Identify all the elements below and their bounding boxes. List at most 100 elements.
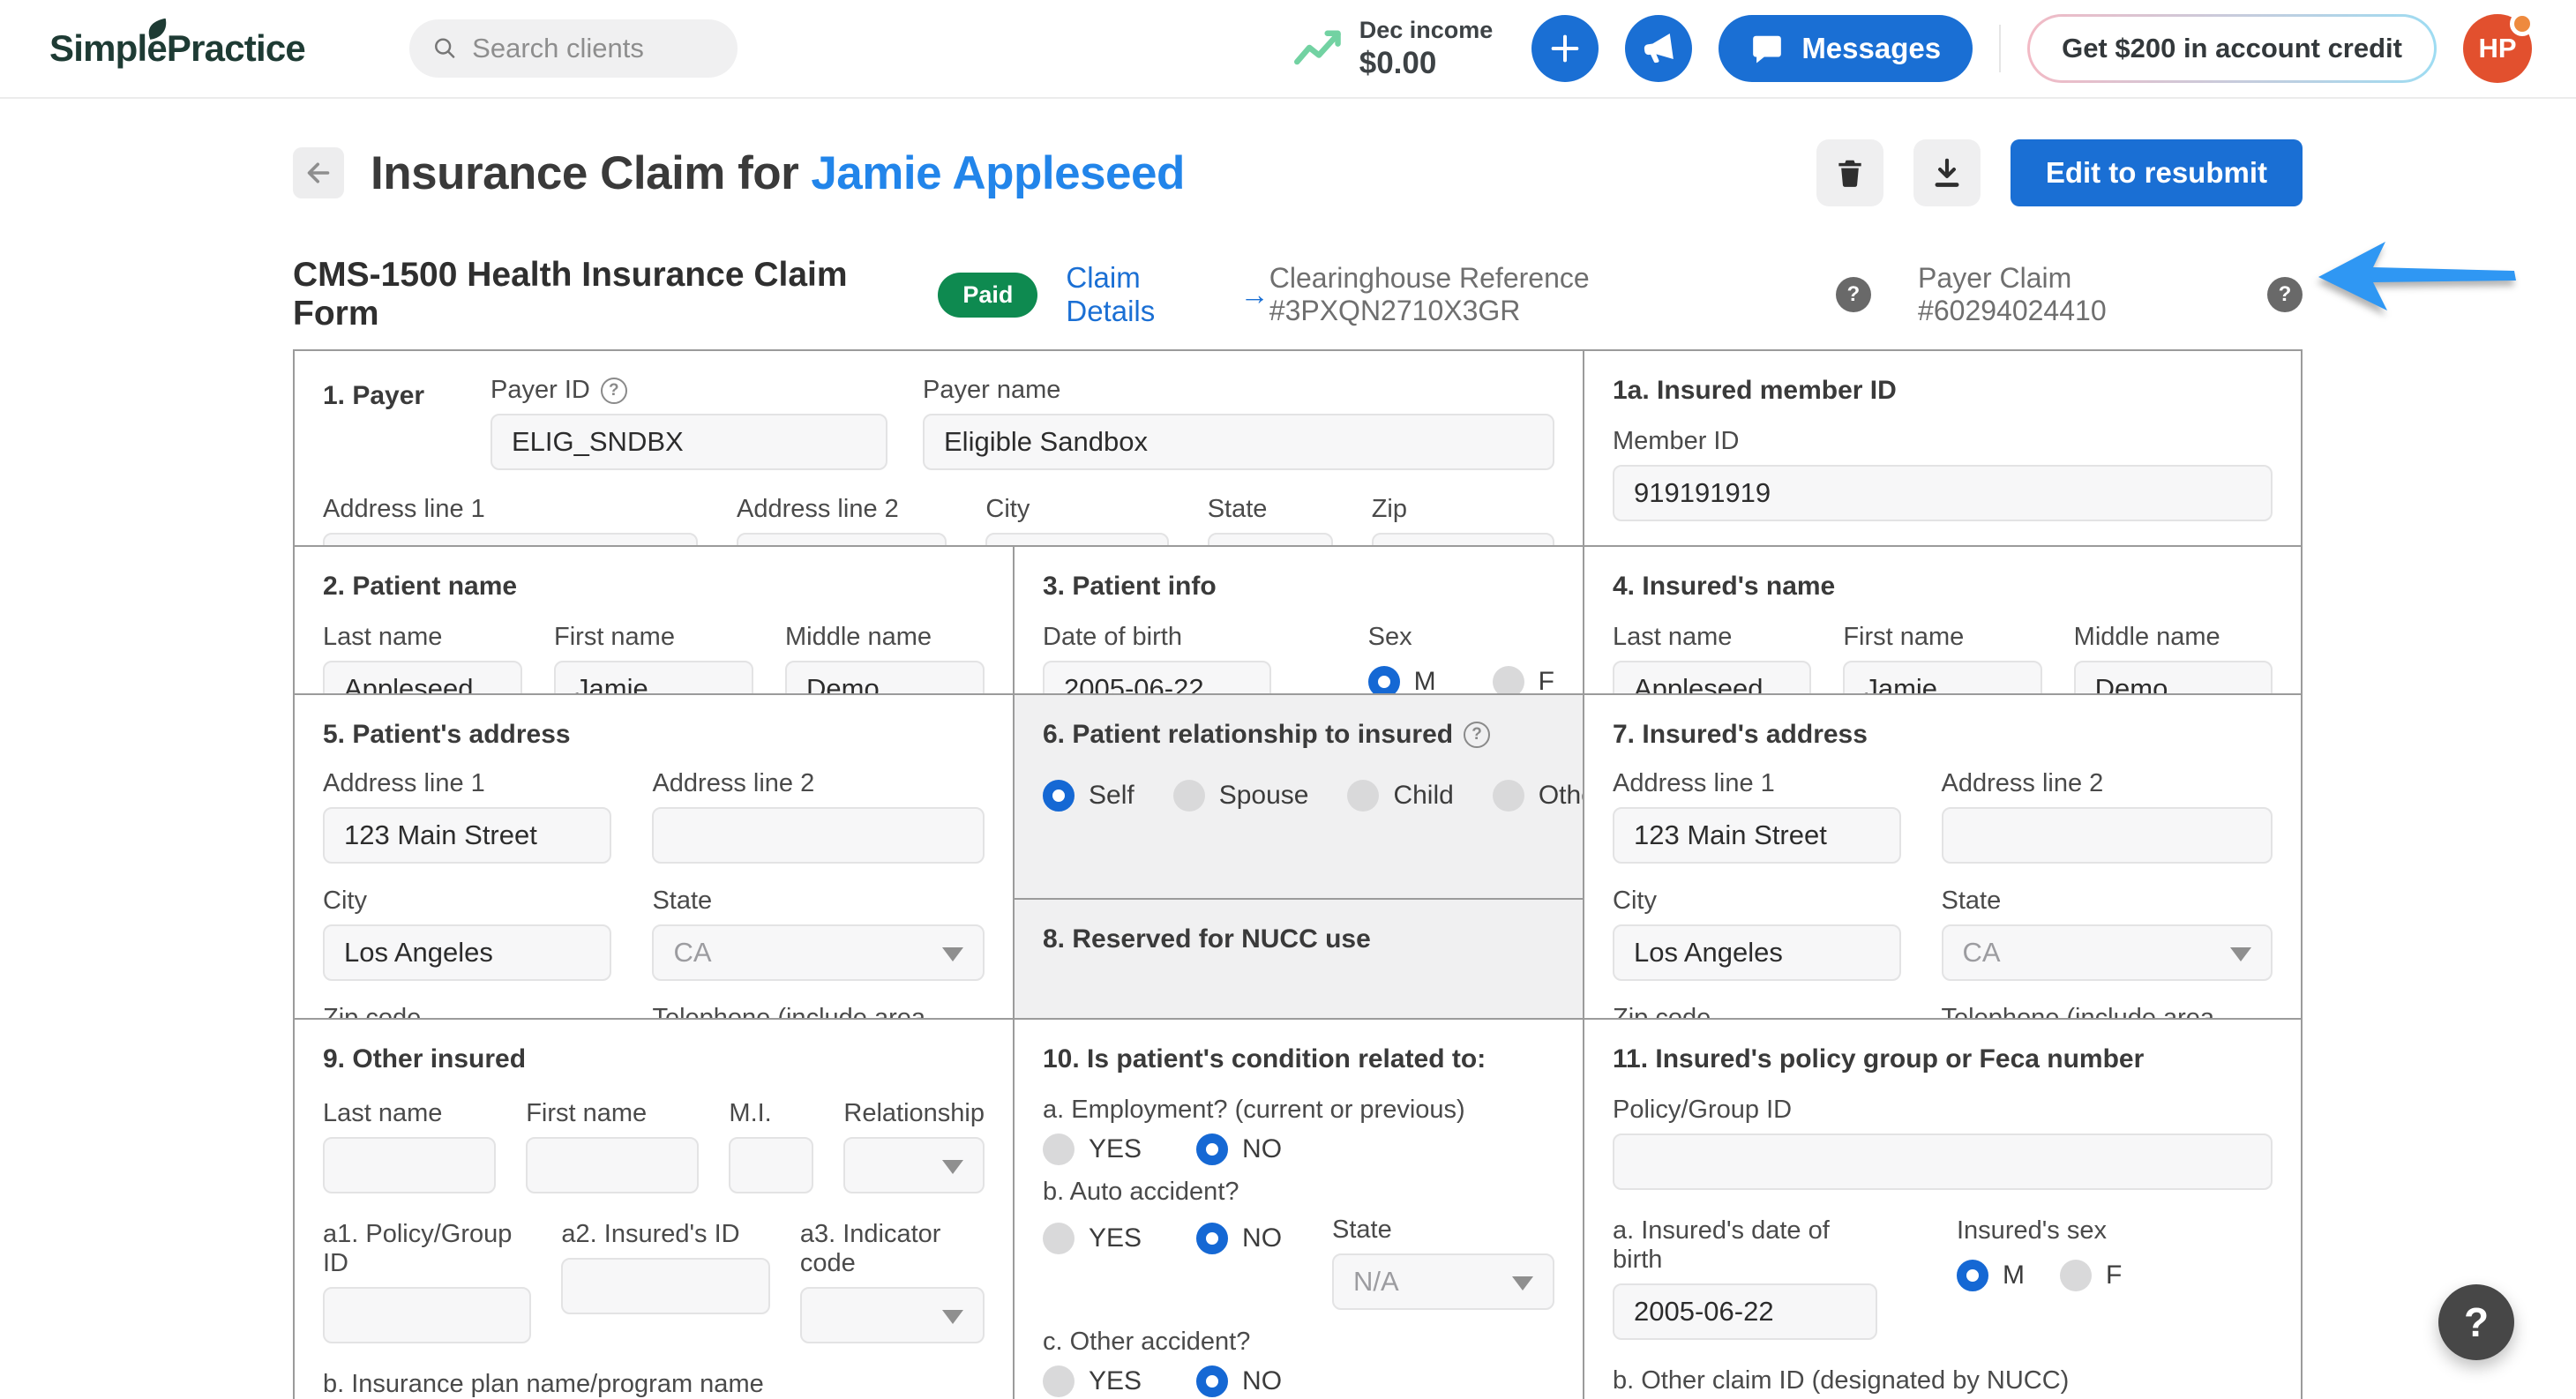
other-accident-yes-radio[interactable]: YES: [1043, 1365, 1142, 1397]
download-claim-button[interactable]: [1913, 139, 1981, 206]
create-new-button[interactable]: [1531, 15, 1599, 82]
other-insured-mi-input[interactable]: [729, 1137, 813, 1193]
patient-state-select[interactable]: CA: [652, 924, 985, 981]
payer-claim-help-icon[interactable]: ?: [2267, 277, 2303, 312]
search-icon: [432, 34, 458, 64]
patient-dob-label: Date of birth: [1043, 623, 1182, 652]
relationship-self-radio[interactable]: Self: [1043, 780, 1134, 812]
insured-state-select[interactable]: CA: [1942, 924, 2273, 981]
search-input[interactable]: [472, 33, 715, 64]
client-search-bar[interactable]: [409, 19, 738, 78]
insured-first-name-input[interactable]: Jamie: [1843, 661, 2041, 695]
patient-city-input[interactable]: Los Angeles: [323, 924, 611, 981]
section-title: 11. Insured's policy group or Feca numbe…: [1613, 1044, 2273, 1074]
relationship-spouse-radio[interactable]: Spouse: [1173, 780, 1309, 812]
insured-state-label: State: [1942, 887, 2002, 916]
yes-label: YES: [1089, 1134, 1142, 1164]
insured-sex-male-radio[interactable]: M: [1957, 1260, 2025, 1291]
other-insured-relationship-select[interactable]: [843, 1137, 985, 1193]
insured-last-name-label: Last name: [1613, 623, 1732, 652]
messages-button[interactable]: Messages: [1719, 15, 1973, 82]
section-3-patient-info: 3. Patient info Date of birth 2005-06-22…: [1015, 547, 1584, 695]
insured-address2-input[interactable]: [1942, 807, 2273, 864]
member-id-input[interactable]: 919191919: [1613, 465, 2273, 521]
relationship-child-radio[interactable]: Child: [1347, 780, 1453, 812]
insurance-plan-name-label: b. Insurance plan name/program name: [323, 1370, 764, 1399]
section-title: 5. Patient's address: [323, 720, 985, 750]
accident-state-label: State: [1332, 1216, 1392, 1245]
payer-id-help-icon[interactable]: ?: [601, 378, 627, 404]
patient-sex-label: Sex: [1368, 623, 1412, 652]
patient-dob-input[interactable]: 2005-06-22: [1043, 661, 1271, 695]
section-title: 3. Patient info: [1043, 572, 1554, 602]
insured-middle-name-input[interactable]: Demo: [2074, 661, 2273, 695]
relationship-other-radio[interactable]: Other: [1493, 780, 1584, 812]
policy-group-id-label: Policy/Group ID: [1613, 1096, 1792, 1125]
section-9-other-insured: 9. Other insured Last name First name M.…: [295, 1020, 1015, 1399]
back-button[interactable]: [293, 147, 344, 198]
patient-first-name-input[interactable]: Jamie: [554, 661, 753, 695]
patient-phone-label: Telephone (include area code): [652, 1004, 985, 1020]
other-insured-last-input[interactable]: [323, 1137, 496, 1193]
claim-details-link[interactable]: Claim Details →: [1066, 261, 1269, 328]
other-accident-no-radio[interactable]: NO: [1196, 1365, 1282, 1397]
employment-yes-radio[interactable]: YES: [1043, 1133, 1142, 1165]
insured-sex-label: Insured's sex: [1957, 1216, 2107, 1246]
insured-sex-female-radio[interactable]: F: [2060, 1260, 2122, 1291]
insured-city-input[interactable]: Los Angeles: [1613, 924, 1901, 981]
delete-claim-button[interactable]: [1816, 139, 1883, 206]
payer-name-input[interactable]: Eligible Sandbox: [923, 414, 1554, 470]
auto-accident-no-radio[interactable]: NO: [1196, 1223, 1282, 1254]
section-5-patients-address: 5. Patient's address Address line 1 123 …: [295, 695, 1015, 1020]
patient-address2-input[interactable]: [652, 807, 985, 864]
payer-state-select[interactable]: CA: [1208, 533, 1333, 547]
insured-dob-input[interactable]: 2005-06-22: [1613, 1283, 1877, 1340]
user-avatar[interactable]: HP: [2463, 14, 2532, 83]
insured-city-label: City: [1613, 887, 1657, 916]
other-insured-first-input[interactable]: [526, 1137, 699, 1193]
payer-claim-number: Payer Claim #60294024410: [1918, 262, 2250, 327]
other-insured-first-label: First name: [526, 1099, 647, 1128]
payer-city-input[interactable]: Home: [985, 533, 1168, 547]
payer-state-label: State: [1208, 495, 1268, 524]
indicator-code-select[interactable]: [800, 1287, 985, 1343]
insured-address1-input[interactable]: 123 Main Street: [1613, 807, 1901, 864]
payer-id-input[interactable]: ELIG_SNDBX: [490, 414, 887, 470]
employment-no-radio[interactable]: NO: [1196, 1133, 1282, 1165]
policy-group-id-input[interactable]: [1613, 1133, 2273, 1190]
insured-last-name-input[interactable]: Appleseed: [1613, 661, 1811, 695]
page: SimplePractice Dec income $0.00: [0, 0, 2576, 1399]
patient-last-name-input[interactable]: Appleseed: [323, 661, 522, 695]
help-button[interactable]: ?: [2438, 1284, 2514, 1360]
auto-accident-yes-radio[interactable]: YES: [1043, 1223, 1142, 1254]
radio-unselected-icon: [1173, 780, 1205, 812]
accident-state-select[interactable]: N/A: [1332, 1253, 1554, 1310]
radio-selected-icon: [1043, 780, 1075, 812]
patient-address1-input[interactable]: 123 Main Street: [323, 807, 611, 864]
other-claim-id-label: b. Other claim ID (designated by NUCC): [1613, 1366, 2069, 1395]
payer-zip-input[interactable]: 90765: [1372, 533, 1554, 547]
patient-last-name-label: Last name: [323, 623, 442, 652]
monthly-income-widget[interactable]: Dec income $0.00: [1294, 17, 1494, 81]
claim-header-row: CMS-1500 Health Insurance Claim Form Pai…: [293, 256, 2303, 333]
payer-address2-input[interactable]: [737, 533, 947, 547]
referral-credit-button[interactable]: Get $200 in account credit: [2027, 14, 2437, 83]
announcements-button[interactable]: [1625, 15, 1692, 82]
page-title-row: Insurance Claim forJamie Appleseed Edit …: [293, 139, 2303, 206]
sex-male-radio[interactable]: M: [1368, 666, 1436, 695]
payer-address1-input[interactable]: 400 Insurance Lane: [323, 533, 698, 547]
annotation-arrow-icon: [2315, 238, 2520, 312]
patient-middle-name-input[interactable]: Demo: [785, 661, 985, 695]
client-name[interactable]: Jamie Appleseed: [811, 147, 1185, 199]
other-policy-group-input[interactable]: [323, 1287, 531, 1343]
section-title: 7. Insured's address: [1613, 720, 2273, 750]
clearinghouse-help-icon[interactable]: ?: [1836, 277, 1871, 312]
relationship-help-icon[interactable]: ?: [1464, 722, 1490, 748]
edit-to-resubmit-button[interactable]: Edit to resubmit: [2011, 139, 2303, 206]
clearinghouse-reference: Clearinghouse Reference #3PXQN2710X3GR: [1269, 262, 1818, 327]
sex-female-radio[interactable]: F: [1493, 666, 1554, 695]
simplepractice-logo[interactable]: SimplePractice: [49, 27, 305, 70]
insured-dob-label: a. Insured's date of birth: [1613, 1216, 1877, 1275]
other-insured-id-input[interactable]: [561, 1258, 769, 1314]
radio-unselected-icon: [1043, 1133, 1075, 1165]
